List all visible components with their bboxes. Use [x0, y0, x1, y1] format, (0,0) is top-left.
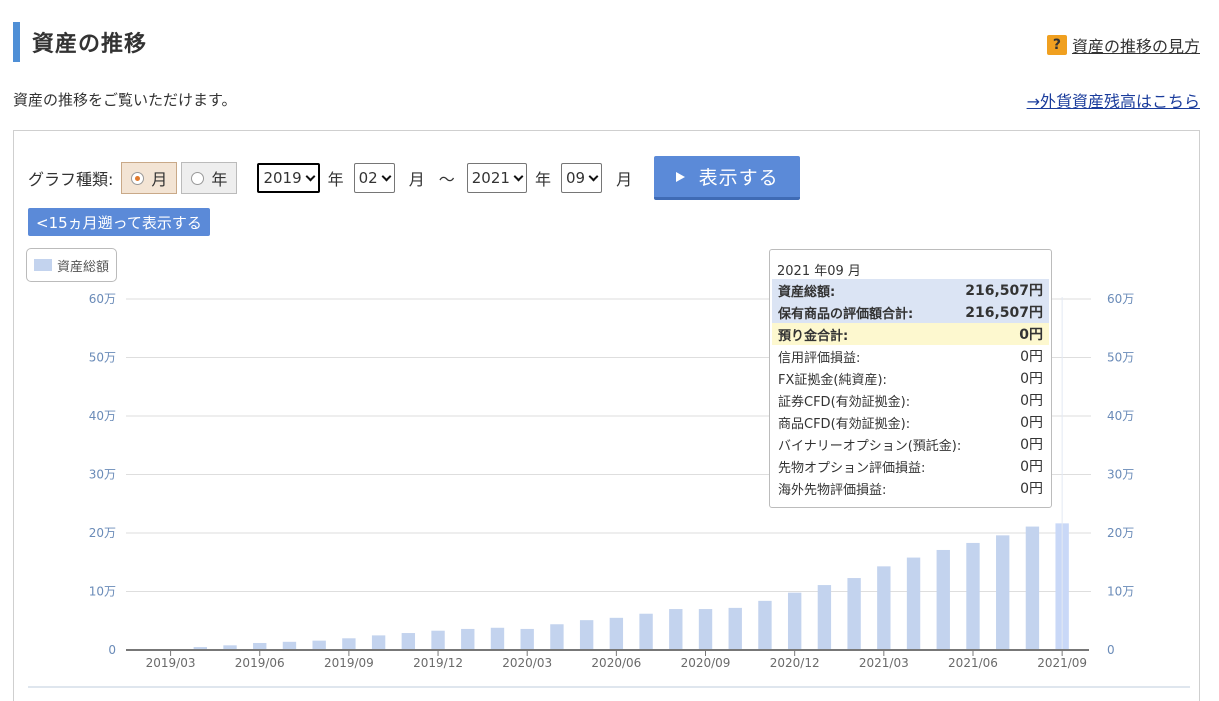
tooltip-row-label: 証券CFD(有効証拠金):: [778, 394, 911, 410]
bar-2020-09: [698, 609, 713, 650]
tooltip-row: 海外先物評価損益: 0円: [772, 477, 1049, 499]
x-tick-label: 2019/12: [413, 656, 463, 670]
x-tick-label: 2020/06: [591, 656, 641, 670]
x-tick-label: 2019/09: [324, 656, 374, 670]
y-tick-label-left: 30万: [89, 468, 116, 482]
tooltip-row-value: 0円: [1020, 393, 1043, 409]
bar-2019-06: [253, 642, 267, 650]
x-tick-label: 2021/06: [948, 656, 998, 670]
title-accent-bar: [13, 22, 20, 62]
tooltip-row-label: バイナリーオプション(預託金):: [778, 438, 962, 454]
bar-2020-11: [758, 600, 772, 650]
bar-2019-10: [371, 635, 386, 650]
y-tick-label-right: 30万: [1107, 468, 1134, 482]
bar-2019-07: [282, 641, 297, 650]
bar-2020-10: [728, 607, 742, 650]
tooltip-row: バイナリーオプション(預託金): 0円: [772, 433, 1049, 455]
help-icon: ?: [1046, 35, 1067, 55]
tooltip-row: 信用評価損益: 0円: [772, 345, 1049, 367]
intro-text: 資産の推移をご覧いただけます。: [13, 91, 237, 109]
tooltip-row-label: 信用評価損益:: [778, 350, 861, 366]
y-tick-label-left: 10万: [89, 585, 116, 599]
y-tick-label-left: 40万: [89, 409, 116, 423]
x-tick-label: 2021/09: [1037, 656, 1087, 670]
tooltip-row-value: 0円: [1020, 415, 1043, 431]
bar-2019-09: [342, 638, 356, 650]
help-link[interactable]: ? 資産の推移の見方: [1046, 33, 1200, 57]
help-link-text[interactable]: 資産の推移の見方: [1072, 33, 1200, 57]
y-tick-label-right: 40万: [1107, 409, 1134, 423]
tooltip-row-value: 0円: [1020, 481, 1043, 497]
forex-balance-link[interactable]: →外貨資産残高はこちら: [1027, 88, 1200, 112]
tooltip-row: 先物オプション評価損益: 0円: [772, 455, 1049, 477]
chart-panel: グラフ種類: 月 年 2019 年 02 月 ～ 2021 年 09 月 表示す…: [13, 130, 1200, 701]
panel-divider: [28, 686, 1190, 688]
bar-2021-06: [966, 542, 980, 650]
bar-2020-03: [520, 628, 534, 650]
bar-2020-08: [669, 609, 683, 650]
bar-2020-05: [579, 620, 594, 650]
bar-2021-04: [906, 557, 921, 650]
y-tick-label-left: 50万: [89, 351, 116, 365]
bar-2019-08: [312, 640, 326, 650]
tooltip-row-label: FX証拠金(純資産):: [778, 372, 887, 388]
bar-2021-02: [847, 578, 861, 650]
y-tick-label-left: 60万: [89, 292, 116, 306]
bar-2021-07: [996, 535, 1010, 650]
y-tick-label-right: 60万: [1107, 292, 1134, 306]
tooltip-date: 2021 年09 月: [777, 264, 861, 279]
x-tick-label: 2020/12: [770, 656, 820, 670]
tooltip-row-value: 216,507円: [965, 305, 1043, 321]
bar-2020-04: [550, 624, 564, 650]
tooltip-row-value: 0円: [1020, 349, 1043, 365]
tooltip-row-value: 0円: [1020, 371, 1043, 387]
tooltip-row-label: 商品CFD(有効証拠金):: [778, 416, 911, 432]
bar-2020-02: [490, 627, 505, 650]
tooltip-row: 商品CFD(有効証拠金): 0円: [772, 411, 1049, 433]
tooltip-row-label: 保有商品の評価額合計:: [778, 306, 914, 322]
y-tick-label-right: 50万: [1107, 351, 1134, 365]
tooltip-row-value: 0円: [1020, 459, 1043, 475]
x-tick-label: 2020/03: [502, 656, 552, 670]
y-tick-label-left: 20万: [89, 526, 116, 540]
x-tick-label: 2021/03: [859, 656, 909, 670]
tooltip-row-label: 資産総額:: [778, 284, 836, 300]
bar-2021-05: [936, 549, 950, 650]
bar-2021-08: [1025, 526, 1040, 650]
bar-2020-06: [609, 617, 624, 650]
chart-tooltip: 2021 年09 月 資産総額: 216,507円 保有商品の評価額合計: 216,5…: [769, 249, 1052, 508]
y-tick-label-right: 0: [1107, 643, 1115, 657]
tooltip-row: 預り金合計: 0円: [772, 323, 1049, 345]
bar-2020-07: [639, 613, 653, 650]
bar-2021-03: [877, 566, 891, 650]
tooltip-row-label: 先物オプション評価損益:: [778, 460, 926, 476]
y-tick-label-left: 0: [108, 643, 116, 657]
tooltip-row: 保有商品の評価額合計: 216,507円: [772, 301, 1049, 323]
bar-2019-11: [401, 633, 416, 650]
tooltip-row: 証券CFD(有効証拠金): 0円: [772, 389, 1049, 411]
page-title: 資産の推移: [32, 32, 148, 57]
page-title-bar: 資産の推移: [13, 22, 147, 62]
y-tick-label-right: 10万: [1107, 585, 1134, 599]
bar-2020-01: [461, 628, 475, 650]
tooltip-row: FX証拠金(純資産): 0円: [772, 367, 1049, 389]
tooltip-row-label: 海外先物評価損益:: [778, 482, 887, 498]
bar-2020-12: [787, 592, 802, 650]
x-tick-label: 2019/06: [235, 656, 285, 670]
tooltip-row-value: 0円: [1019, 327, 1043, 343]
x-tick-label: 2019/03: [146, 656, 196, 670]
tooltip-row-label: 預り金合計:: [778, 328, 849, 344]
x-tick-label: 2020/09: [681, 656, 731, 670]
y-tick-label-right: 20万: [1107, 526, 1134, 540]
bar-2019-12: [431, 630, 445, 650]
bar-2021-01: [817, 585, 832, 650]
tooltip-row-value: 216,507円: [965, 283, 1043, 299]
tooltip-row-value: 0円: [1020, 437, 1043, 453]
tooltip-row: 資産総額: 216,507円: [772, 279, 1049, 301]
